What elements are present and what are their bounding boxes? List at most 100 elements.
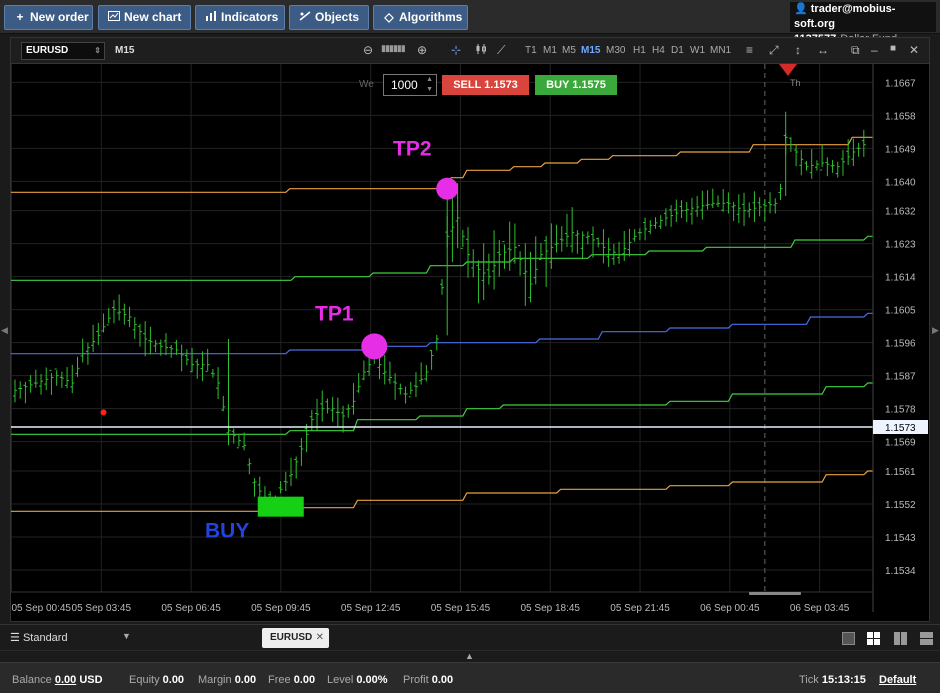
tf-M15[interactable]: M15: [581, 45, 600, 56]
horizontal-line-icon[interactable]: ↔: [817, 43, 829, 57]
close-icon[interactable]: ✕: [909, 43, 919, 57]
account-info[interactable]: 👤 trader@mobius-soft.org 1137577Dollar F…: [790, 2, 936, 45]
quantity-stepper[interactable]: 1000 ▲ ▼: [383, 74, 437, 96]
time-tick-label: 05 Sep 06:45: [161, 603, 221, 614]
price-tick-label: 1.1640: [885, 177, 916, 188]
default-profile[interactable]: Default: [879, 674, 916, 686]
spinner-icon: ⇕: [94, 46, 101, 55]
time-tick-label: 05 Sep 12:45: [341, 603, 401, 614]
main-toolbar: + New order New chart Indicators Objects …: [0, 0, 940, 45]
price-tick-label: 1.1552: [885, 500, 916, 511]
trade-label: We: [359, 79, 374, 90]
chart-tab-bar: ☰ Standard ▼ EURUSD ✕: [0, 624, 940, 650]
chart-window: EURUSD ⇕ M15 ⊖ ▮▮▮▮▮▮ ⊕ ⊹ ⟋ T1 M1 M5 M15…: [10, 37, 930, 622]
price-tick-label: 1.1623: [885, 240, 916, 251]
symbol-select[interactable]: EURUSD ⇕: [21, 42, 105, 60]
layout-single-icon[interactable]: [842, 632, 855, 645]
trendline-icon[interactable]: ⤢: [769, 43, 779, 58]
layout-icon: ☰: [10, 632, 20, 644]
zoom-out-icon[interactable]: ⊖: [363, 43, 373, 57]
layout-grid-icon[interactable]: [867, 632, 880, 645]
time-tick-label: 05 Sep 00:45: [12, 603, 72, 614]
panel-splitter[interactable]: ▲: [0, 650, 940, 662]
price-tick-label: 1.1578: [885, 405, 916, 416]
price-tick-label: 1.1614: [885, 273, 916, 284]
price-axis[interactable]: 1.1667 1.1658 1.1649 1.1640 1.1632 1.1623 1.16…: [872, 64, 929, 621]
diamond-icon: ◇: [384, 10, 394, 24]
new-chart-button[interactable]: New chart: [98, 5, 191, 30]
crosshair-icon[interactable]: ⊹: [451, 43, 461, 57]
new-order-button[interactable]: + New order: [4, 5, 93, 30]
margin-level: Level 0.00%: [327, 674, 388, 686]
candles-icon[interactable]: [475, 43, 487, 58]
spinner-icon: ▲ ▼: [426, 76, 433, 93]
tp2-label: TP2: [393, 137, 432, 160]
bars-icon: [204, 6, 218, 29]
price-chart[interactable]: ThTP2TP1BUY 1.16671.16581.16491.16401.16…: [11, 64, 929, 621]
price-tick-label: 1.1658: [885, 111, 916, 122]
buy-zone-marker: [257, 496, 304, 517]
zoom-in-icon[interactable]: ⊕: [417, 43, 427, 57]
price-tick-label: 1.1534: [885, 566, 916, 577]
price-tick-label: 1.1561: [885, 467, 916, 478]
tp2-marker: [436, 177, 459, 200]
layout-select[interactable]: ☰ Standard: [10, 631, 68, 644]
tf-T1[interactable]: T1: [525, 45, 537, 56]
price-tick-label: 1.1632: [885, 207, 916, 218]
trading-app: + New order New chart Indicators Objects …: [0, 0, 940, 693]
free-margin: Free 0.00: [268, 674, 316, 686]
status-bar: Balance 0.00 USD Equity 0.00 Margin 0.00…: [0, 662, 940, 693]
popout-icon[interactable]: ⧉: [851, 43, 860, 58]
buy-label: BUY: [205, 520, 249, 543]
time-tick-label: 05 Sep 15:45: [431, 603, 491, 614]
price-tick-label: 1.1649: [885, 144, 916, 155]
line-chart-icon[interactable]: ⟋: [497, 43, 505, 58]
maximize-icon[interactable]: ■: [890, 43, 896, 54]
tf-H4[interactable]: H4: [652, 45, 665, 56]
zoom-slider[interactable]: ▮▮▮▮▮▮: [381, 43, 406, 54]
objects-button[interactable]: Objects: [289, 5, 369, 30]
current-timeframe: M15: [115, 45, 135, 56]
indicators-button[interactable]: Indicators: [195, 5, 285, 30]
algorithms-button[interactable]: ◇ Algorithms: [373, 5, 468, 30]
user-icon: 👤: [794, 3, 808, 15]
close-tab-icon[interactable]: ✕: [316, 628, 324, 648]
time-tick-label: 06 Sep 03:45: [790, 603, 850, 614]
tf-W1[interactable]: W1: [690, 45, 705, 56]
tf-M30[interactable]: M30: [606, 45, 625, 56]
price-tick-label: 1.1605: [885, 306, 916, 317]
sell-button[interactable]: SELL 1.1573: [442, 75, 529, 95]
right-collapse-icon[interactable]: ▶: [932, 325, 939, 336]
tf-H1[interactable]: H1: [633, 45, 646, 56]
price-tick-label: 1.1569: [885, 438, 916, 449]
tf-M5[interactable]: M5: [562, 45, 576, 56]
chart-header: EURUSD ⇕ M15 ⊖ ▮▮▮▮▮▮ ⊕ ⊹ ⟋ T1 M1 M5 M15…: [11, 38, 929, 64]
left-collapse-icon[interactable]: ◀: [1, 325, 8, 336]
horizontal-scrollbar: [749, 592, 801, 595]
vertical-line-icon[interactable]: ↕: [795, 43, 801, 57]
equity: Equity 0.00: [129, 674, 185, 686]
tf-M1[interactable]: M1: [543, 45, 557, 56]
signal-dot: [100, 409, 107, 416]
layout-rows-icon[interactable]: [920, 632, 933, 645]
time-tick-label: 06 Sep 00:45: [700, 603, 760, 614]
time-tick-label: 05 Sep 09:45: [251, 603, 311, 614]
chart-icon: [107, 6, 121, 29]
objects-icon: [298, 6, 312, 29]
layout-columns-icon[interactable]: [894, 632, 907, 645]
minimize-icon[interactable]: –: [871, 43, 878, 57]
buy-button[interactable]: BUY 1.1575: [535, 75, 617, 95]
margin: Margin 0.00: [198, 674, 257, 686]
price-tick-label: 1.1667: [885, 78, 916, 89]
levels-icon[interactable]: ≡: [746, 43, 753, 57]
tp1-marker: [361, 333, 388, 360]
plus-icon: +: [16, 10, 24, 24]
profit: Profit 0.00: [403, 674, 454, 686]
tf-D1[interactable]: D1: [671, 45, 684, 56]
tf-MN1[interactable]: MN1: [710, 45, 731, 56]
tab-eurusd[interactable]: EURUSD ✕: [262, 628, 329, 648]
time-tick-label: 05 Sep 21:45: [610, 603, 670, 614]
time-tick-label: 05 Sep 18:45: [521, 603, 581, 614]
chevron-down-icon[interactable]: ▼: [122, 631, 131, 641]
tp1-label: TP1: [315, 302, 354, 325]
